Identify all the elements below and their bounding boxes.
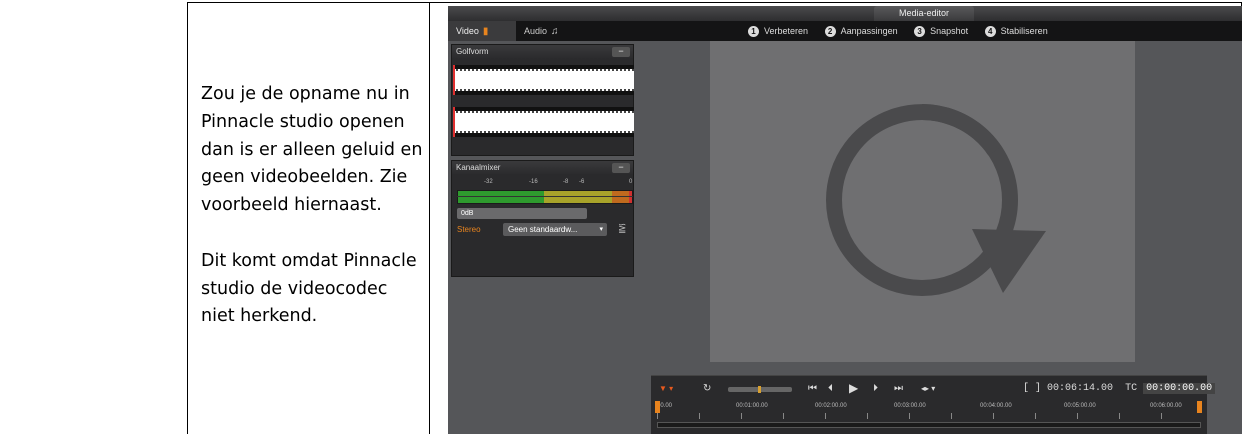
duration-icon: [ ] [1023, 383, 1042, 394]
channel-mixer-panel: Kanaalmixer − -32 -16 -8 -6 0 0dB Stereo… [451, 160, 634, 277]
explanation-cell: Zou je de opname nu in Pinnacle studio o… [201, 81, 423, 331]
mixer-panel-title: Kanaalmixer [456, 163, 501, 172]
play-button[interactable]: ▶ [849, 381, 858, 395]
step-aanpassingen[interactable]: 2 Aanpassingen [824, 21, 898, 41]
meter-scale-label: -16 [529, 179, 538, 185]
step-verbeteren[interactable]: 1 Verbeteren [748, 21, 808, 41]
collapse-button[interactable]: − [612, 163, 630, 173]
waveform-panel-title: Golfvorm [456, 47, 489, 56]
window-title: Media-editor [874, 6, 974, 21]
step-back-button[interactable]: ⏴ [828, 382, 833, 396]
meter-green [458, 191, 544, 203]
waveform-band [453, 69, 634, 91]
tab-video-label: Video [456, 26, 479, 36]
meter-separator [457, 196, 633, 197]
meter-yellow [544, 191, 612, 203]
title-bar: Media-editor [448, 6, 1242, 21]
preset-value: Geen standaardw... [508, 225, 578, 234]
meter-scale-label: -6 [579, 179, 585, 185]
waveform-channel-right [453, 107, 634, 137]
video-camera-icon: ▮ [482, 26, 489, 37]
equalizer-icon[interactable]: ⪠ [618, 223, 626, 234]
waveform-panel-header: Golfvorm − [452, 45, 633, 59]
stereo-label: Stereo [457, 225, 481, 234]
tab-video[interactable]: Video ▮ [448, 21, 516, 41]
ruler-label: 00:05:00.00 [1064, 403, 1096, 409]
meter-red [629, 191, 632, 203]
refresh-icon [826, 104, 1046, 296]
step-label: Stabiliseren [1000, 26, 1048, 36]
tab-bar: Video ▮ Audio ♫ 1 Verbeteren 2 Aanpassingen … [448, 21, 1242, 41]
meter-scale-label: 0 [629, 179, 633, 185]
video-preview [710, 41, 1135, 362]
step-number-1: 1 [748, 26, 759, 37]
explanation-paragraph-1: Zou je de opname nu in Pinnacle studio o… [201, 84, 423, 216]
playhead-marker [453, 107, 455, 137]
waveform-band [453, 111, 634, 133]
ruler-label: 00:01:00.00 [736, 403, 768, 409]
level-meter [457, 190, 633, 204]
step-number-3: 3 [914, 26, 926, 37]
ruler-label: 00:03:00.00 [894, 403, 926, 409]
media-editor-screenshot: Media-editor Video ▮ Audio ♫ 1 Verbeteren 2… [448, 6, 1242, 434]
ruler-ticks [657, 413, 1201, 419]
loop-button[interactable]: ↻ [703, 382, 711, 396]
level-slider[interactable]: 0dB [457, 208, 587, 219]
mark-out-handle[interactable] [1197, 401, 1202, 413]
tab-audio-label: Audio [524, 26, 548, 36]
ruler-label: 00:06:00.00 [1150, 403, 1182, 409]
go-to-start-button[interactable]: ⏮ [808, 382, 817, 396]
step-snapshot[interactable]: 3 Snapshot [914, 21, 968, 41]
preset-dropdown[interactable]: Geen standaardw... ▾ [503, 223, 607, 236]
meter-orange [612, 191, 629, 203]
mark-in-handle[interactable] [655, 401, 660, 413]
waveform-panel: Golfvorm − [451, 44, 634, 156]
step-stabiliseren[interactable]: 4 Stabiliseren [984, 21, 1048, 41]
ruler-label: 00:02:00.00 [815, 403, 847, 409]
step-number-4: 4 [984, 26, 996, 37]
playhead-marker [453, 65, 455, 95]
transport-controls: ▼ ▾ ↻ ⏮ ⏴ ▶ ⏵ ⏭ ◂▸ ▾ [ ] 00:06:14.00 TC … [651, 380, 1216, 398]
timecode-label: TC [1125, 383, 1138, 394]
mixer-panel-header: Kanaalmixer − [452, 161, 633, 175]
meter-scale-label: -32 [484, 179, 493, 185]
step-label: Snapshot [930, 26, 969, 36]
volume-button[interactable]: ◂▸ ▾ [921, 382, 935, 396]
timecode-display: [ ] 00:06:14.00 TC 00:00:00.00 [1023, 383, 1216, 394]
step-label: Verbeteren [764, 26, 809, 36]
waveform-channel-left [453, 65, 634, 95]
chevron-down-icon: ▾ [599, 226, 603, 233]
cell-divider [429, 3, 430, 434]
go-to-end-button[interactable]: ⏭ [894, 382, 903, 396]
shuttle-slider[interactable] [728, 386, 792, 393]
ruler-label: 00:04:00.00 [980, 403, 1012, 409]
marker-button[interactable]: ▼ ▾ [659, 382, 673, 396]
editor-steps: 1 Verbeteren 2 Aanpassingen 3 Snapshot 4 Sta… [748, 21, 1062, 41]
step-label: Aanpassingen [840, 26, 898, 36]
step-forward-button[interactable]: ⏵ [873, 382, 878, 396]
collapse-button[interactable]: − [612, 47, 630, 57]
timeline-scrubber[interactable] [657, 422, 1201, 428]
duration-value: 00:06:14.00 [1047, 383, 1114, 394]
tab-audio[interactable]: Audio ♫ [516, 21, 582, 41]
explanation-paragraph-2: Dit komt omdat Pinnacle studio de videoc… [201, 250, 417, 327]
transport-bar: ▼ ▾ ↻ ⏮ ⏴ ▶ ⏵ ⏭ ◂▸ ▾ [ ] 00:06:14.00 TC … [651, 375, 1216, 434]
timecode-input[interactable]: 00:00:00.00 [1143, 383, 1216, 394]
meter-scale-label: -8 [563, 179, 569, 185]
music-note-icon: ♫ [551, 26, 559, 37]
step-number-2: 2 [824, 26, 836, 37]
